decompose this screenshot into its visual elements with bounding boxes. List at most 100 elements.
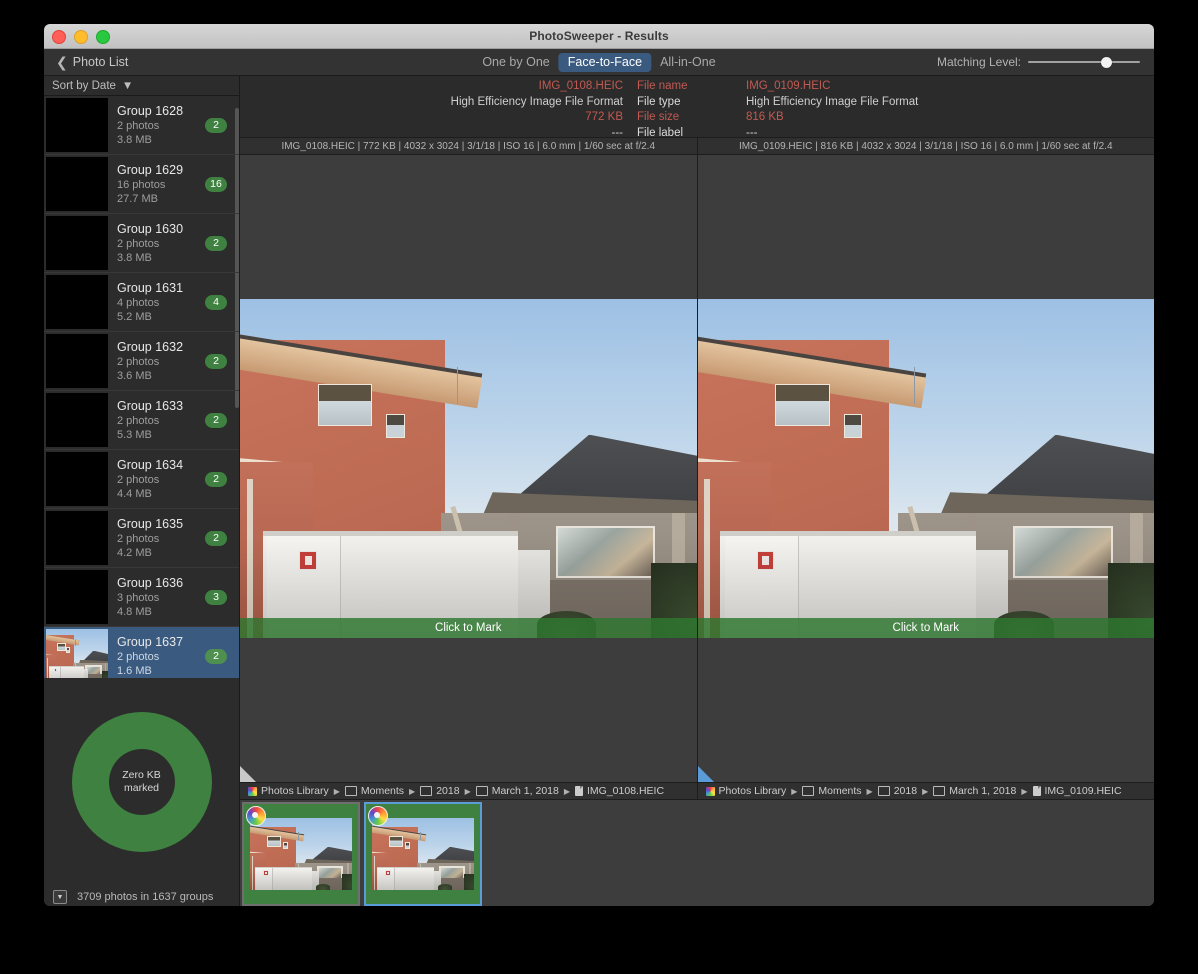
group-photo-count: 4 photos <box>117 296 160 309</box>
strip-thumbnail[interactable] <box>242 802 360 906</box>
group-text: Group 1633 2 photos 5.3 MB <box>117 399 205 442</box>
thumbnail-strip[interactable] <box>240 799 1154 906</box>
info-row-label: File size <box>637 111 680 124</box>
group-count-badge: 2 <box>205 648 227 664</box>
group-row[interactable]: Group 1631 4 photos 5.2 MB 4 <box>44 273 239 332</box>
group-count-badge: 3 <box>205 589 227 605</box>
group-thumbnail <box>46 629 108 678</box>
breadcrumb-item[interactable]: 2018 <box>894 785 917 797</box>
photos-app-badge-icon <box>246 806 266 826</box>
breadcrumb-item[interactable]: Photos Library <box>719 785 787 797</box>
group-text: Group 1630 2 photos 3.8 MB <box>117 222 205 265</box>
view-mode-segmented-control: One by One Face-to-Face All-in-One <box>473 52 725 72</box>
app-window: PhotoSweeper - Results ❮ Photo List One … <box>44 24 1154 906</box>
zoom-button[interactable] <box>96 30 110 44</box>
group-row[interactable]: Group 1628 2 photos 3.8 MB 2 <box>44 96 239 155</box>
group-row[interactable]: Group 1636 3 photos 4.8 MB 3 <box>44 568 239 627</box>
breadcrumb-item[interactable]: March 1, 2018 <box>492 785 559 797</box>
group-row[interactable]: Group 1634 2 photos 4.4 MB 2 <box>44 450 239 509</box>
slider-knob[interactable] <box>1100 56 1112 68</box>
breadcrumb-separator-icon: ▶ <box>333 786 340 796</box>
group-thumbnail <box>46 511 108 565</box>
photo-left[interactable]: Click to Mark <box>240 299 697 638</box>
group-thumbnail <box>46 216 108 270</box>
strip-thumbnail-image <box>372 818 474 890</box>
click-to-mark-left[interactable]: Click to Mark <box>240 618 697 638</box>
donut-line-2: marked <box>123 782 159 794</box>
group-list[interactable]: Group 1628 2 photos 3.8 MB 2 Group 1629 16 ph… <box>44 96 239 678</box>
photos-library-icon <box>248 786 257 796</box>
sidebar-footer: ▼ 3709 photos in 1637 groups <box>44 886 239 906</box>
strip-thumbnail[interactable] <box>364 802 482 906</box>
group-name: Group 1628 <box>117 103 184 118</box>
title-bar: PhotoSweeper - Results <box>44 24 1154 49</box>
group-text: Group 1628 2 photos 3.8 MB <box>117 104 205 147</box>
group-thumbnail <box>46 157 108 211</box>
select-all-checkbox[interactable]: ▼ <box>53 890 67 904</box>
group-name: Group 1634 <box>117 457 184 472</box>
breadcrumb-right[interactable]: Photos Library ▶ Moments ▶ 2018 ▶ March 1, 201… <box>698 783 1155 799</box>
group-name: Group 1637 <box>117 634 184 649</box>
group-text: Group 1634 2 photos 4.4 MB <box>117 458 205 501</box>
breadcrumb-item[interactable]: IMG_0108.HEIC <box>587 785 664 797</box>
info-row-label: File type <box>637 95 681 108</box>
chevron-down-icon: ▼ <box>121 79 134 92</box>
sort-dropdown[interactable]: Sort by Date ▼ <box>44 76 239 96</box>
photo-pane-left[interactable]: Click to Mark <box>240 155 697 782</box>
group-photo-count: 2 photos <box>117 414 160 427</box>
chevron-down-icon: ▼ <box>56 893 64 901</box>
file-info-panel: IMG_0108.HEIC High Efficiency Image File … <box>240 76 1154 139</box>
photo-right[interactable]: Click to Mark <box>697 299 1154 638</box>
group-photo-count: 3 photos <box>117 591 160 604</box>
pane-corner-marker-right <box>697 766 714 782</box>
group-count-badge: 2 <box>205 117 227 133</box>
group-name: Group 1636 <box>117 575 184 590</box>
group-photo-count: 16 photos <box>117 178 166 191</box>
minimize-button[interactable] <box>74 30 88 44</box>
group-row[interactable]: Group 1637 2 photos 1.6 MB 2 <box>44 627 239 678</box>
group-row[interactable]: Group 1632 2 photos 3.6 MB 2 <box>44 332 239 391</box>
info-left-column: IMG_0108.HEIC High Efficiency Image File … <box>240 79 623 141</box>
breadcrumb-item[interactable]: Moments <box>818 785 861 797</box>
folder-icon <box>475 786 488 796</box>
group-photo-count: 2 photos <box>117 355 160 368</box>
info-value-left: IMG_0108.HEIC <box>538 80 623 92</box>
tab-all-in-one[interactable]: All-in-One <box>651 53 725 72</box>
tab-one-by-one[interactable]: One by One <box>473 53 558 72</box>
slider-track <box>1028 61 1140 63</box>
breadcrumb-item[interactable]: March 1, 2018 <box>949 785 1016 797</box>
breadcrumb-separator-icon: ▶ <box>563 786 570 796</box>
group-row[interactable]: Group 1633 2 photos 5.3 MB 2 <box>44 391 239 450</box>
breadcrumb-item[interactable]: IMG_0109.HEIC <box>1045 785 1122 797</box>
group-row[interactable]: Group 1629 16 photos 27.7 MB 16 <box>44 155 239 214</box>
main-toolbar: ❮ Photo List One by One Face-to-Face All… <box>44 49 1154 76</box>
click-to-mark-right-label: Click to Mark <box>892 622 959 634</box>
library-status-text: 3709 photos in 1637 groups <box>77 891 214 903</box>
breadcrumb-item[interactable]: Moments <box>361 785 404 797</box>
sidebar: Sort by Date ▼ Group 1628 2 photos 3.8 MB 2… <box>44 76 240 906</box>
breadcrumb-item[interactable]: 2018 <box>436 785 459 797</box>
group-size: 3.6 MB <box>117 369 152 382</box>
matching-level-slider[interactable] <box>1028 55 1140 69</box>
group-photo-count: 2 photos <box>117 119 160 132</box>
group-row[interactable]: Group 1635 2 photos 4.2 MB 2 <box>44 509 239 568</box>
group-name: Group 1630 <box>117 221 184 236</box>
back-to-photo-list-button[interactable]: ❮ Photo List <box>56 55 226 69</box>
group-size: 3.8 MB <box>117 251 152 264</box>
photo-pane-right[interactable]: Click to Mark <box>696 155 1154 782</box>
tab-face-to-face[interactable]: Face-to-Face <box>558 52 652 72</box>
click-to-mark-right[interactable]: Click to Mark <box>697 618 1154 638</box>
group-text: Group 1636 3 photos 4.8 MB <box>117 576 205 619</box>
group-text: Group 1632 2 photos 3.6 MB <box>117 340 205 383</box>
breadcrumb-item[interactable]: Photos Library <box>261 785 329 797</box>
group-size: 4.4 MB <box>117 487 152 500</box>
window-title: PhotoSweeper - Results <box>529 29 669 43</box>
back-button-label: Photo List <box>72 55 129 69</box>
info-value-right: IMG_0109.HEIC <box>746 80 831 92</box>
breadcrumb-left[interactable]: Photos Library ▶ Moments ▶ 2018 ▶ March 1, 201… <box>240 783 698 799</box>
group-name: Group 1631 <box>117 280 184 295</box>
donut-center-label: Zero KB marked <box>108 749 175 815</box>
group-row[interactable]: Group 1630 2 photos 3.8 MB 2 <box>44 214 239 273</box>
close-button[interactable] <box>52 30 66 44</box>
group-thumbnail <box>46 275 108 329</box>
